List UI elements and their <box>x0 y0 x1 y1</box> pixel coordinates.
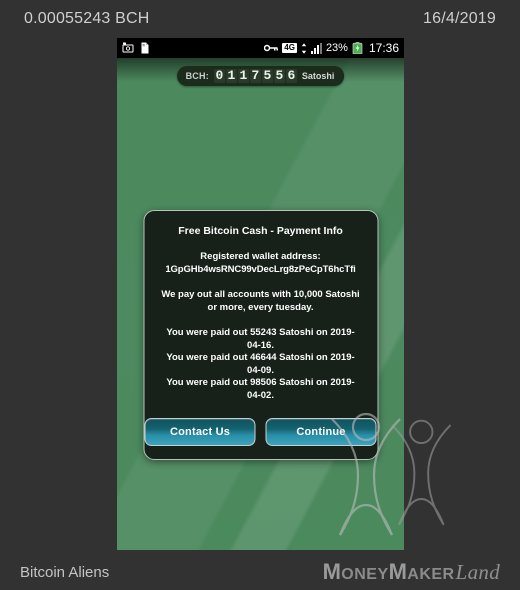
document-icon <box>141 42 149 54</box>
counter-digit: 5 <box>261 68 273 83</box>
wallet-address-value: 1GpGHb4wsRNC99vDecLrg8zPeCpT6hcTfi <box>165 264 356 275</box>
status-right-icons: 4G 23% 17:36 <box>264 41 399 55</box>
screenshot-icon <box>122 42 134 53</box>
bottom-info-bar: Bitcoin Aliens M ONEY M AKER Land <box>0 554 520 590</box>
screenshot-root: 0.00055243 BCH 16/4/2019 4G 23% 17:36 BC… <box>0 0 520 590</box>
logo-maker-rest: AKER <box>407 566 455 583</box>
payout-policy-note: We pay out all accounts with 10,000 Sato… <box>161 289 360 313</box>
network-type-badge: 4G <box>282 43 297 53</box>
top-info-bar: 0.00055243 BCH 16/4/2019 <box>0 0 520 38</box>
signal-strength-icon <box>310 42 322 54</box>
continue-button[interactable]: Continue <box>265 418 377 446</box>
payment-info-dialog: Free Bitcoin Cash - Payment Info Registe… <box>143 210 378 460</box>
capture-date: 16/4/2019 <box>423 10 496 27</box>
vpn-key-icon <box>264 44 279 52</box>
counter-digit: 1 <box>237 68 249 83</box>
counter-digit: 5 <box>273 68 285 83</box>
dialog-actions: Contact Us Continue <box>144 418 377 446</box>
logo-money-rest: ONEY <box>341 566 389 583</box>
balance-amount: 0.00055243 BCH <box>24 10 150 27</box>
app-background: BCH: 0 1 1 7 5 5 6 Satoshi Free Bitcoin … <box>117 58 404 550</box>
counter-unit-label: Satoshi <box>301 71 335 81</box>
contact-us-button[interactable]: Contact Us <box>144 418 256 446</box>
moneymakerland-logo: M ONEY M AKER Land <box>323 559 500 585</box>
data-transfer-icon <box>301 42 307 54</box>
payout-history-item: You were paid out 46644 Satoshi on 2019-… <box>166 352 355 376</box>
phone-screen: 4G 23% 17:36 BCH: 0 1 1 7 5 5 6 Satoshi … <box>117 38 404 550</box>
counter-digit: 1 <box>225 68 237 83</box>
android-status-bar: 4G 23% 17:36 <box>117 38 404 58</box>
logo-maker-cap: M <box>388 559 408 584</box>
wallet-address-label: Registered wallet address: <box>200 251 321 262</box>
logo-money-cap: M <box>322 559 342 584</box>
payout-history-list: You were paid out 55243 Satoshi on 2019-… <box>154 327 367 402</box>
status-clock: 17:36 <box>368 41 399 55</box>
counter-digit: 7 <box>249 68 261 83</box>
counter-digit: 6 <box>285 68 297 83</box>
satoshi-counter: BCH: 0 1 1 7 5 5 6 Satoshi <box>176 66 345 86</box>
logo-land-script: Land <box>455 560 500 584</box>
battery-charging-icon <box>352 42 363 54</box>
app-name-label: Bitcoin Aliens <box>20 563 110 581</box>
dialog-title: Free Bitcoin Cash - Payment Info <box>178 225 343 237</box>
payout-history-item: You were paid out 98506 Satoshi on 2019-… <box>166 377 355 401</box>
counter-digits: 0 1 1 7 5 5 6 <box>213 68 297 83</box>
battery-percent-label: 23% <box>325 42 348 54</box>
payout-history-item: You were paid out 55243 Satoshi on 2019-… <box>166 327 355 351</box>
counter-currency-label: BCH: <box>185 71 209 81</box>
status-left-icons <box>122 42 150 54</box>
counter-digit: 0 <box>213 68 225 83</box>
